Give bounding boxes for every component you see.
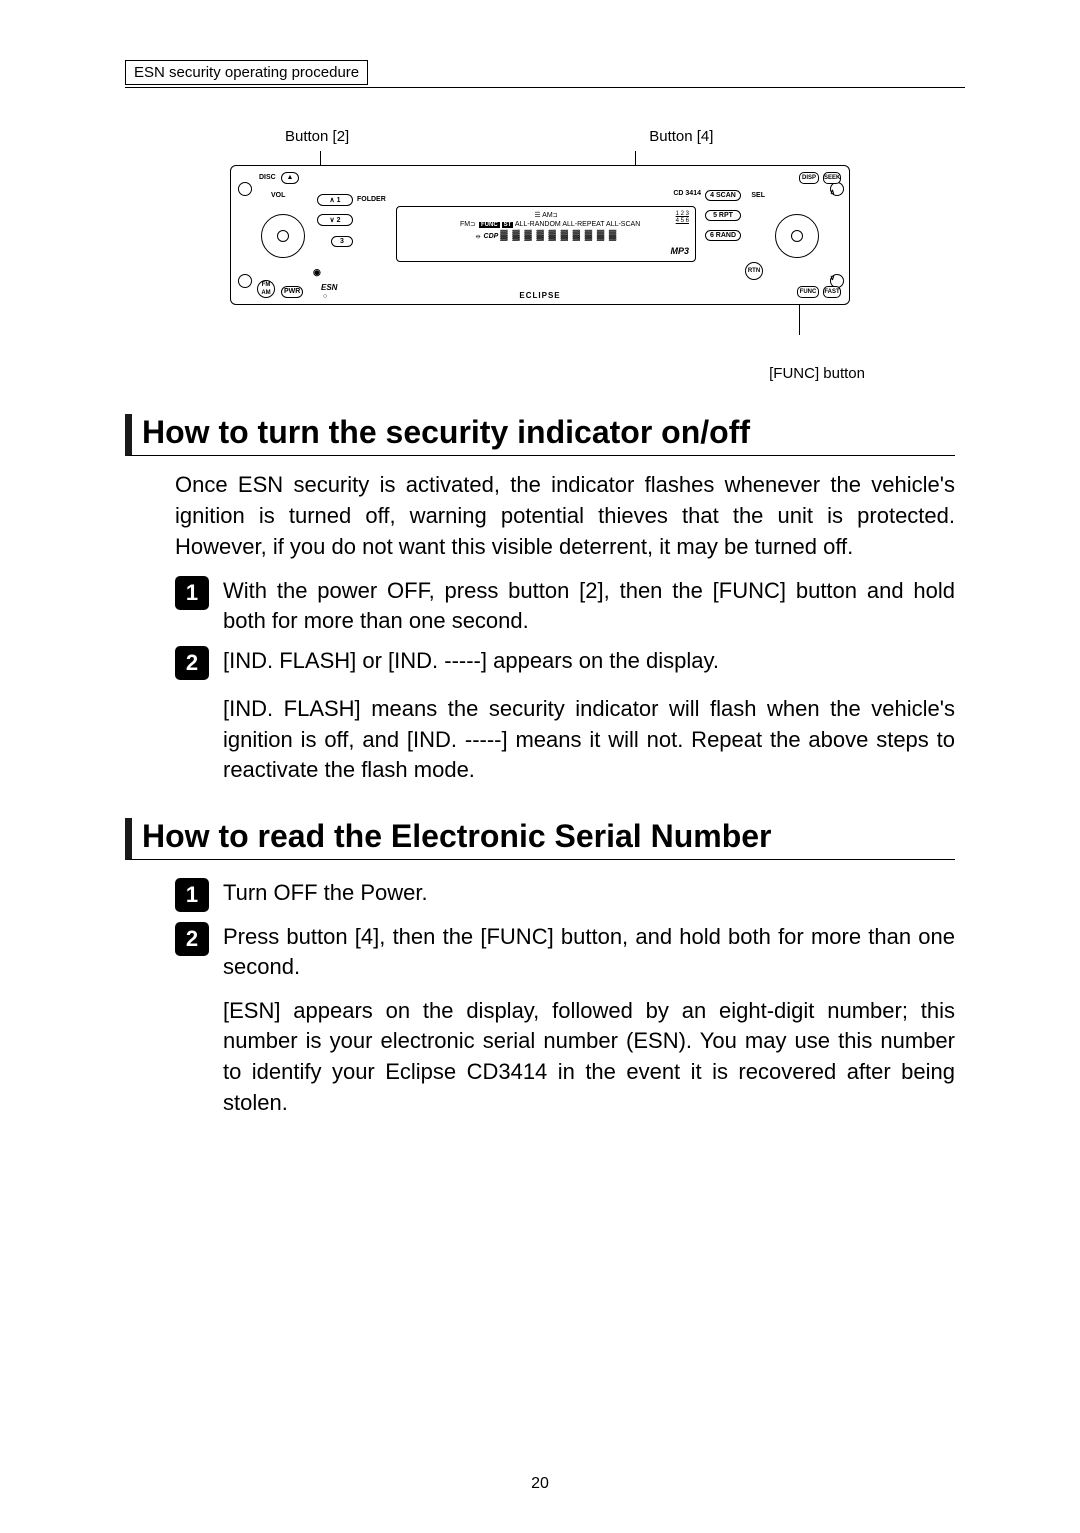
mp3-indicator: MP3 xyxy=(670,246,689,257)
step-text: Turn OFF the Power. xyxy=(223,878,955,908)
lcd-display: ☰ AM⊐ ☰ FM⊐ FUNC ST ALL-RANDOM ALL-REPEA… xyxy=(396,206,696,262)
control-knob xyxy=(775,214,819,258)
brand-label: ECLIPSE xyxy=(519,291,560,300)
pwr-button: PWR xyxy=(281,286,303,298)
fast-button: FAST xyxy=(823,286,841,298)
step-number-badge: 1 xyxy=(175,878,209,912)
section2-step-1: 1 Turn OFF the Power. xyxy=(175,878,955,912)
button-callout-row: Button [2] Button [4] xyxy=(125,128,955,145)
led-icon: ○ xyxy=(323,293,327,300)
section2-title: How to read the Electronic Serial Number xyxy=(125,818,955,860)
header-tag-container: ESN security operating procedure xyxy=(125,60,955,85)
sel-label: SEL xyxy=(751,192,765,199)
section1-note: [IND. FLASH] means the security indicato… xyxy=(223,694,955,786)
disp-button: DISP xyxy=(799,172,819,184)
callout-func-button: [FUNC] button xyxy=(125,365,955,382)
preset-indicators-top: 1 2 3 xyxy=(676,211,689,218)
mode-indicators: ALL-RANDOM ALL-REPEAT ALL-SCAN xyxy=(515,221,640,228)
callout-lines-bottom xyxy=(125,305,955,335)
car-stereo-faceplate: DISC ▲ VOL ∧ 1 ∨ 2 3 FOLDER ☰ AM⊐ ☰ FM⊐ … xyxy=(230,165,850,305)
rtn-button: RTN xyxy=(745,262,763,280)
preset-2-button: ∨ 2 xyxy=(317,214,353,226)
section1-step-1: 1 With the power OFF, press button [2], … xyxy=(175,576,955,635)
section2-note: [ESN] appears on the display, followed b… xyxy=(223,996,955,1119)
screw-holes-left xyxy=(235,172,253,298)
section2-step-2: 2 Press button [4], then the [FUNC] butt… xyxy=(175,922,955,981)
preset-1-button: ∧ 1 xyxy=(317,194,353,206)
section1-title: How to turn the security indicator on/of… xyxy=(125,414,955,456)
callout-button-4: Button [4] xyxy=(649,128,713,145)
preset-6-rand-button: 6 RAND xyxy=(705,230,741,241)
page-number: 20 xyxy=(531,1475,549,1493)
fm-indicator: FM xyxy=(460,221,470,228)
disc-label: DISC xyxy=(259,174,276,181)
section1-step-2: 2 [IND. FLASH] or [IND. -----] appears o… xyxy=(175,646,955,680)
callout-button-2: Button [2] xyxy=(285,128,349,145)
spectrum-blocks: ▓ ▓ ▓ ▓ ▓ ▓ ▓ ▓ ▓ ▓ xyxy=(500,230,617,241)
step-number-badge: 2 xyxy=(175,646,209,680)
disc-icon: ◉ xyxy=(313,267,321,278)
cdp-indicator: CDP xyxy=(484,233,499,240)
vol-label: VOL xyxy=(271,192,285,199)
seek-up-icon: ∧ xyxy=(830,188,835,196)
seek-down-icon: ∨ xyxy=(830,274,835,282)
preset-5-rpt-button: 5 RPT xyxy=(705,210,741,221)
fm-am-button: FM AM xyxy=(257,280,275,298)
func-button: FUNC xyxy=(797,286,819,298)
cd-model-label: CD 3414 xyxy=(673,190,701,197)
preset-4-scan-button: 4 SCAN xyxy=(705,190,741,201)
folder-label: FOLDER xyxy=(357,196,386,203)
esn-label: ESN xyxy=(321,283,337,292)
volume-knob xyxy=(261,214,305,258)
step-text: Press button [4], then the [FUNC] button… xyxy=(223,922,955,981)
eject-button: ▲ xyxy=(281,172,299,184)
func-indicator: FUNC xyxy=(479,222,500,228)
header-rule xyxy=(125,87,965,88)
preset-indicators-bottom: 4 5 6 xyxy=(676,218,689,225)
seek-up-button: SEEK xyxy=(823,172,841,184)
section1-intro: Once ESN security is activated, the indi… xyxy=(175,470,955,562)
header-tag: ESN security operating procedure xyxy=(125,60,368,85)
callout-lines-top xyxy=(125,151,955,165)
diagram: Button [2] Button [4] DISC ▲ VOL ∧ 1 ∨ 2… xyxy=(125,128,955,382)
step-text: [IND. FLASH] or [IND. -----] appears on … xyxy=(223,646,955,676)
am-indicator: AM xyxy=(542,212,553,219)
step-number-badge: 2 xyxy=(175,922,209,956)
st-indicator: ST xyxy=(502,222,514,228)
step-number-badge: 1 xyxy=(175,576,209,610)
page: ESN security operating procedure Button … xyxy=(0,0,1080,1533)
preset-3-button: 3 xyxy=(331,236,353,247)
step-text: With the power OFF, press button [2], th… xyxy=(223,576,955,635)
